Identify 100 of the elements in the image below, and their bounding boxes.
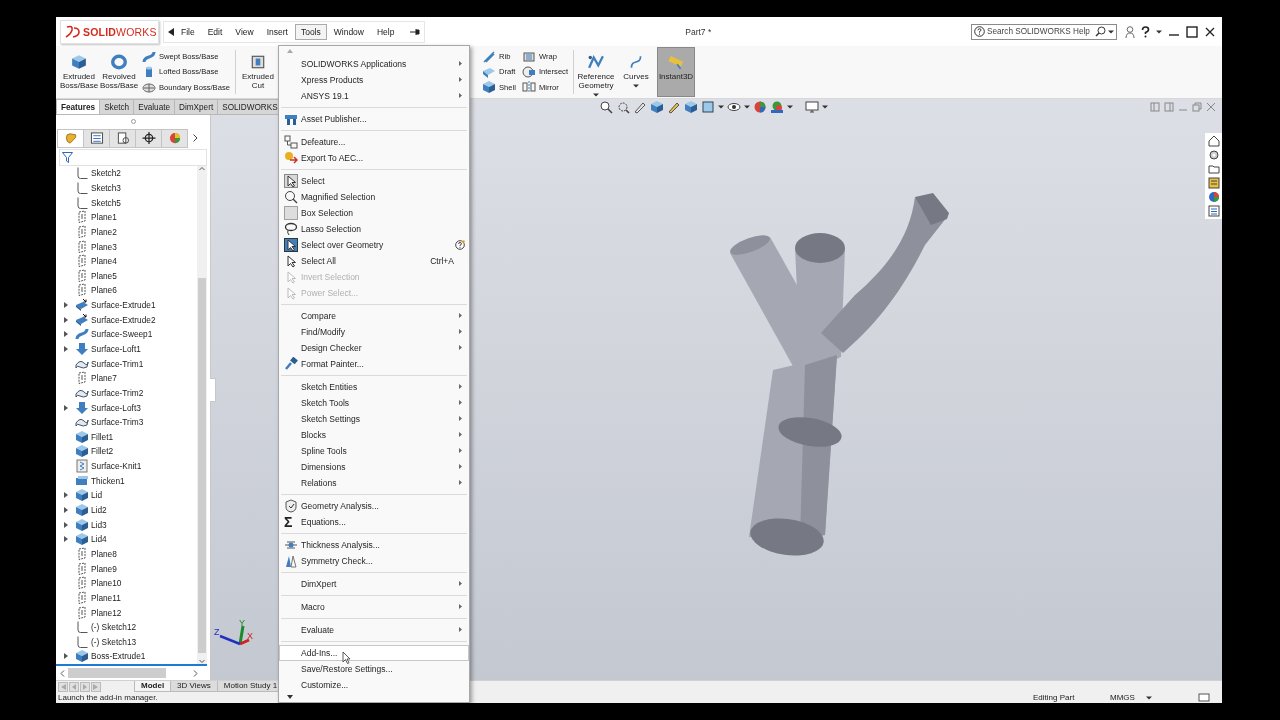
tree-item[interactable]: Plane6 — [56, 283, 197, 298]
scene-icon[interactable] — [769, 100, 784, 114]
menu-item[interactable]: Evaluate — [279, 621, 469, 638]
expand-arrow-icon[interactable] — [64, 521, 69, 528]
command-button[interactable]: Reference Geometry — [577, 47, 615, 97]
tab[interactable]: Sketch — [99, 99, 135, 115]
tree-item[interactable]: Plane11 — [56, 590, 197, 606]
tile-icon[interactable] — [1164, 102, 1174, 112]
search-input[interactable]: Search SOLIDWORKS Help — [987, 27, 1093, 36]
menu-item[interactable]: Find/Modify — [279, 323, 469, 340]
tree-item[interactable]: Fillet1 — [56, 429, 197, 445]
tree-item[interactable]: Lid2 — [56, 502, 197, 518]
tree-item[interactable]: Sketch5 — [56, 195, 197, 210]
tab[interactable]: DimXpert — [174, 99, 219, 115]
folder-icon[interactable] — [1207, 163, 1220, 175]
menu-item[interactable]: Symmetry Check... — [279, 552, 469, 569]
command-button[interactable]: Extruded Cut — [238, 47, 277, 97]
tab[interactable]: Features — [56, 99, 101, 115]
tree-item[interactable]: Surface-Trim3 — [56, 414, 197, 430]
menu-item[interactable]: Magnified Selection — [279, 188, 469, 205]
menu-item[interactable]: Design Checker — [279, 339, 469, 356]
scrollbar[interactable] — [197, 166, 207, 664]
tree-item[interactable]: (-) Sketch12 — [56, 619, 197, 635]
tree-item[interactable]: Sketch2 — [56, 166, 197, 181]
menu-item[interactable]: Add-Ins... — [279, 644, 469, 661]
maximize-icon[interactable] — [1186, 25, 1198, 38]
menu-bar-item[interactable]: View — [229, 23, 260, 40]
tree-item[interactable]: Surface-Trim2 — [56, 385, 197, 401]
eye-icon[interactable] — [726, 100, 741, 114]
monitor-icon[interactable] — [804, 100, 819, 114]
tree-item[interactable]: Surface-Extrude1 — [56, 297, 197, 313]
menu-item[interactable]: Blocks — [279, 426, 469, 443]
menu-item[interactable]: Select — [279, 172, 469, 189]
expand-arrow-icon[interactable] — [64, 404, 69, 411]
help-icon[interactable] — [1141, 25, 1150, 38]
tab[interactable]: Evaluate — [133, 99, 176, 115]
tree-item[interactable]: Surface-Extrude2 — [56, 312, 197, 328]
command-button[interactable]: Instant3D — [657, 47, 695, 97]
menu-bar-item[interactable]: Window — [327, 23, 370, 40]
tree-item[interactable]: Surface-Loft3 — [56, 400, 197, 415]
list-icon[interactable] — [1207, 205, 1220, 217]
search-icon[interactable] — [1095, 26, 1106, 37]
tree-item[interactable]: Plane9 — [56, 561, 197, 576]
panel-tab[interactable] — [135, 128, 162, 148]
command-button[interactable]: Revolved Boss/Base — [100, 47, 138, 97]
tree-item[interactable]: Plane8 — [56, 546, 197, 562]
menu-item[interactable]: Defeature... — [279, 133, 469, 150]
menu-bar-item[interactable]: Insert — [260, 23, 294, 40]
tile-icon[interactable] — [1150, 102, 1160, 112]
menu-item[interactable]: Sketch Entities — [279, 378, 469, 395]
cube-icon[interactable] — [649, 100, 664, 114]
color-ball-icon[interactable] — [752, 100, 767, 114]
search-field[interactable]: Search SOLIDWORKS Help — [971, 23, 1117, 40]
left-arrow-icon[interactable] — [168, 27, 174, 36]
menu-item[interactable]: Macro — [279, 598, 469, 615]
command-button[interactable]: Extruded Boss/Base — [60, 47, 98, 97]
menu-item[interactable]: Dimensions — [279, 458, 469, 475]
menu-item[interactable]: Geometry Analysis... — [279, 497, 469, 514]
menu-item[interactable]: Asset Publisher... — [279, 110, 469, 127]
menu-item[interactable]: Format Painter... — [279, 355, 469, 372]
color-ball-icon[interactable] — [1207, 191, 1220, 203]
menu-item[interactable]: Compare — [279, 307, 469, 324]
tree-item[interactable]: Plane3 — [56, 239, 197, 254]
tree-item[interactable]: Plane7 — [56, 370, 197, 386]
tree-item[interactable]: Surface-Loft1 — [56, 341, 197, 357]
menu-item[interactable]: Select over Geometry — [279, 236, 469, 253]
box-icon[interactable] — [700, 100, 715, 114]
menu-item[interactable]: SOLIDWORKS Applications — [279, 55, 469, 72]
menu-item[interactable]: Lasso Selection — [279, 220, 469, 237]
menu-item[interactable]: Xpress Products — [279, 71, 469, 88]
tree-item[interactable]: Plane2 — [56, 224, 197, 240]
chevron-right-icon[interactable] — [193, 134, 198, 142]
menu-item[interactable]: Thickness Analysis... — [279, 536, 469, 553]
tree-item[interactable]: Plane1 — [56, 209, 197, 225]
close-icon[interactable] — [1204, 25, 1216, 38]
magnifier-icon[interactable] — [598, 100, 613, 114]
tree-item[interactable]: Plane4 — [56, 253, 197, 269]
splitter-handle[interactable] — [210, 378, 216, 402]
expand-arrow-icon[interactable] — [64, 507, 69, 514]
panel-tab[interactable] — [83, 128, 110, 148]
expand-arrow-icon[interactable] — [64, 302, 69, 309]
menu-item[interactable]: Box Selection — [279, 204, 469, 221]
tree-item[interactable]: Plane10 — [56, 575, 197, 591]
gear-icon[interactable] — [1207, 149, 1220, 161]
units-selector[interactable]: MMGS — [1110, 693, 1146, 702]
tree-item[interactable]: Lid4 — [56, 532, 197, 547]
logo[interactable]: SOLIDWORKS — [60, 19, 159, 44]
tree-item[interactable]: Lid — [56, 488, 197, 503]
home-icon[interactable] — [1207, 135, 1220, 147]
menu-bar-item[interactable]: File — [175, 23, 201, 40]
tree-item[interactable]: Fillet2 — [56, 444, 197, 459]
tree-item[interactable]: Boss-Extrude1 — [56, 649, 197, 664]
tree-item[interactable]: Surface-Knit1 — [56, 458, 197, 474]
palette-icon[interactable] — [1207, 177, 1220, 189]
tree-item[interactable]: (-) Sketch13 — [56, 634, 197, 650]
expand-arrow-icon[interactable] — [64, 653, 69, 660]
tree-item[interactable]: Lid3 — [56, 517, 197, 532]
tree-item[interactable]: Surface-Trim1 — [56, 356, 197, 371]
menu-item[interactable]: DimXpert — [279, 575, 469, 592]
command-button[interactable]: Curves — [617, 47, 655, 97]
